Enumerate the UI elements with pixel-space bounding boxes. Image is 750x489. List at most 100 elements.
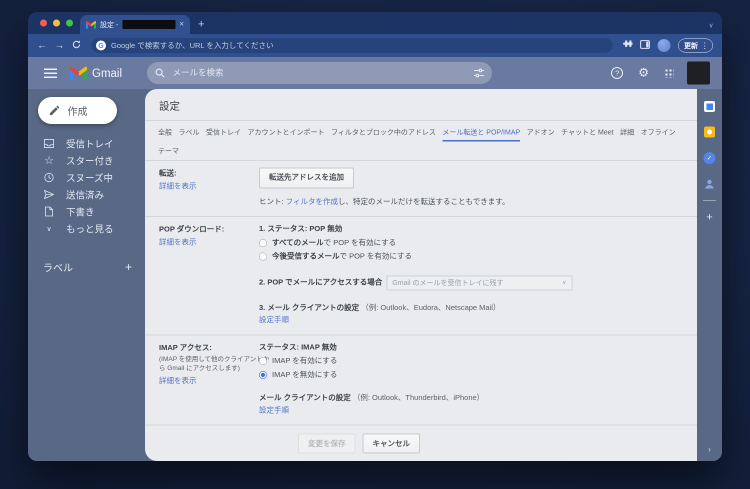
side-panel-icon[interactable] [640, 40, 650, 51]
back-icon[interactable]: ← [37, 41, 47, 51]
imap-instructions-link[interactable]: 設定手順 [259, 405, 289, 416]
create-label-plus-icon[interactable]: + [125, 261, 132, 273]
side-panel-collapse-icon[interactable]: › [708, 445, 711, 455]
pop-access-row: 2. POP でメールにアクセスする場合 Gmail のメールを受信トレイに残す… [259, 275, 683, 291]
contacts-icon[interactable] [704, 179, 715, 190]
help-icon[interactable]: ? [611, 67, 624, 79]
settings-main: 設定 全般 ラベル 受信トレイ アカウントとインポート フィルタとブロック中のア… [145, 89, 697, 461]
pop-instructions-link[interactable]: 設定手順 [259, 315, 289, 326]
imap-sublabel: (IMAP を使用して他のクライアントから Gmail にアクセスします) [159, 354, 270, 372]
radio-unchecked[interactable] [259, 252, 267, 261]
sidebar-item-label: 下書き [66, 207, 95, 218]
sidebar-item-sent[interactable]: 送信済み [28, 186, 145, 203]
forwarding-details-link[interactable]: 詳細を表示 [159, 181, 259, 192]
url-input[interactable] [111, 41, 609, 50]
gmail-favicon [86, 20, 96, 29]
radio-unchecked[interactable] [259, 357, 267, 366]
addons-side-panel: ✓ + › [697, 89, 722, 461]
pop-section: POP ダウンロード: 詳細を表示 1. ステータス: POP 無効 すべてのメ… [145, 217, 697, 336]
sidebar-item-label: 受信トレイ [66, 139, 114, 150]
settings-gear-icon[interactable]: ⚙ [638, 67, 649, 79]
imap-enable-option[interactable]: IMAP を有効にする [259, 356, 683, 367]
tab-theme[interactable]: テーマ [158, 142, 179, 161]
pop-enable-new-option[interactable]: 今後受信するメールで POP を有効にする [259, 251, 683, 262]
window-minimize-button[interactable] [53, 19, 60, 27]
imap-disable-option[interactable]: IMAP を無効にする [259, 369, 683, 380]
tab-addons[interactable]: アドオン [527, 123, 555, 142]
hint-suffix: し、特定のメールだけを転送することもできます。 [338, 197, 510, 206]
create-filter-link[interactable]: フィルタを作成 [286, 196, 338, 207]
tab-offline[interactable]: オフライン [641, 123, 676, 142]
select-value: Gmail のメールを受信トレイに残す [392, 278, 504, 287]
browser-profile-avatar[interactable] [657, 39, 671, 52]
new-tab-button[interactable]: + [198, 18, 204, 30]
browser-tab-strip: 設定 - × + ∨ [28, 12, 722, 34]
desktop-background: 設定 - × + ∨ ← → G Google で検索するか、URL を入力して… [0, 0, 750, 489]
gmail-sidebar: 作成 受信トレイ ☆ スター付き スヌーズ中 送信済み 下書き ∨ もっと見る … [28, 89, 145, 461]
reload-icon[interactable] [72, 40, 81, 51]
imap-label: IMAP アクセス: [159, 343, 212, 352]
sidebar-item-inbox[interactable]: 受信トレイ [28, 135, 145, 152]
form-actions: 変更を保存 キャンセル [145, 426, 560, 462]
tab-title-redaction [122, 20, 176, 29]
sidebar-item-snoozed[interactable]: スヌーズ中 [28, 169, 145, 186]
side-panel-divider [703, 200, 716, 201]
clock-icon [43, 172, 55, 183]
pop-label: POP ダウンロード: [159, 225, 225, 234]
cancel-button[interactable]: キャンセル [362, 433, 421, 454]
tab-filters-blocked[interactable]: フィルタとブロック中のアドレス [331, 123, 436, 142]
sidebar-item-more[interactable]: ∨ もっと見る [28, 220, 145, 237]
tab-general[interactable]: 全般 [158, 123, 172, 142]
gmail-body: 作成 受信トレイ ☆ スター付き スヌーズ中 送信済み 下書き ∨ もっと見る … [28, 89, 722, 461]
imap-client-row: メール クライアントの設定 （例: Outlook、Thunderbird、iP… [259, 393, 683, 404]
gmail-m-icon [70, 66, 87, 80]
update-label: 更新 [684, 41, 698, 50]
window-close-button[interactable] [40, 19, 47, 27]
sidebar-item-label: もっと見る [66, 224, 114, 235]
imap-status: ステータス: IMAP 無効 [259, 342, 337, 352]
search-filter-tune-icon[interactable] [474, 68, 484, 78]
option-label: IMAP を無効にする [272, 370, 338, 379]
keep-icon[interactable] [704, 126, 715, 138]
tab-accounts-import[interactable]: アカウントとインポート [248, 123, 325, 142]
hamburger-menu-icon[interactable] [44, 72, 57, 74]
tab-inbox[interactable]: 受信トレイ [206, 123, 241, 142]
tasks-icon[interactable]: ✓ [703, 152, 716, 164]
search-icon [155, 68, 165, 78]
compose-button[interactable]: 作成 [38, 97, 117, 124]
browser-menu-dots-icon[interactable]: ⋮ [701, 41, 709, 51]
add-forwarding-address-button[interactable]: 転送先アドレスを追加 [259, 167, 355, 189]
save-changes-button[interactable]: 変更を保存 [297, 433, 356, 454]
gmail-header: Gmail ? ⚙ [28, 57, 722, 89]
tab-forwarding-pop-imap[interactable]: メール転送と POP/IMAP [442, 123, 521, 142]
tab-strip-chevron-icon[interactable]: ∨ [709, 22, 714, 30]
gmail-brand-name: Gmail [92, 66, 123, 80]
mail-search-bar[interactable] [147, 62, 493, 84]
account-avatar[interactable] [687, 61, 710, 85]
option-label: IMAP を有効にする [272, 356, 338, 366]
radio-unchecked[interactable] [259, 238, 267, 247]
tab-close-icon[interactable]: × [179, 20, 184, 29]
tab-labels[interactable]: ラベル [179, 123, 200, 142]
browser-window: 設定 - × + ∨ ← → G Google で検索するか、URL を入力して… [28, 12, 722, 461]
search-input[interactable] [171, 67, 468, 79]
pop-enable-all-option[interactable]: すべてのメールで POP を有効にする [259, 237, 683, 248]
pop-details-link[interactable]: 詳細を表示 [159, 237, 259, 248]
sidebar-item-starred[interactable]: ☆ スター付き [28, 152, 145, 169]
radio-checked[interactable] [259, 370, 267, 379]
calendar-icon[interactable] [704, 101, 715, 112]
tab-chat-meet[interactable]: チャットと Meet [561, 123, 613, 142]
pop-access-select[interactable]: Gmail のメールを受信トレイに残す ∨ [386, 275, 573, 291]
google-apps-grid-icon[interactable] [664, 68, 674, 78]
forwarding-label: 転送: [159, 169, 177, 178]
extensions-puzzle-icon[interactable] [623, 40, 634, 51]
browser-tab-settings[interactable]: 設定 - × [80, 15, 190, 34]
address-bar[interactable]: G [91, 38, 613, 53]
chrome-update-button[interactable]: 更新 ⋮ [678, 38, 713, 53]
tab-advanced[interactable]: 詳細 [620, 123, 634, 142]
imap-details-link[interactable]: 詳細を表示 [159, 375, 259, 386]
sidebar-item-drafts[interactable]: 下書き [28, 203, 145, 220]
forward-icon[interactable]: → [55, 41, 65, 51]
window-zoom-button[interactable] [66, 19, 73, 27]
get-addons-plus-icon[interactable]: + [706, 211, 712, 223]
